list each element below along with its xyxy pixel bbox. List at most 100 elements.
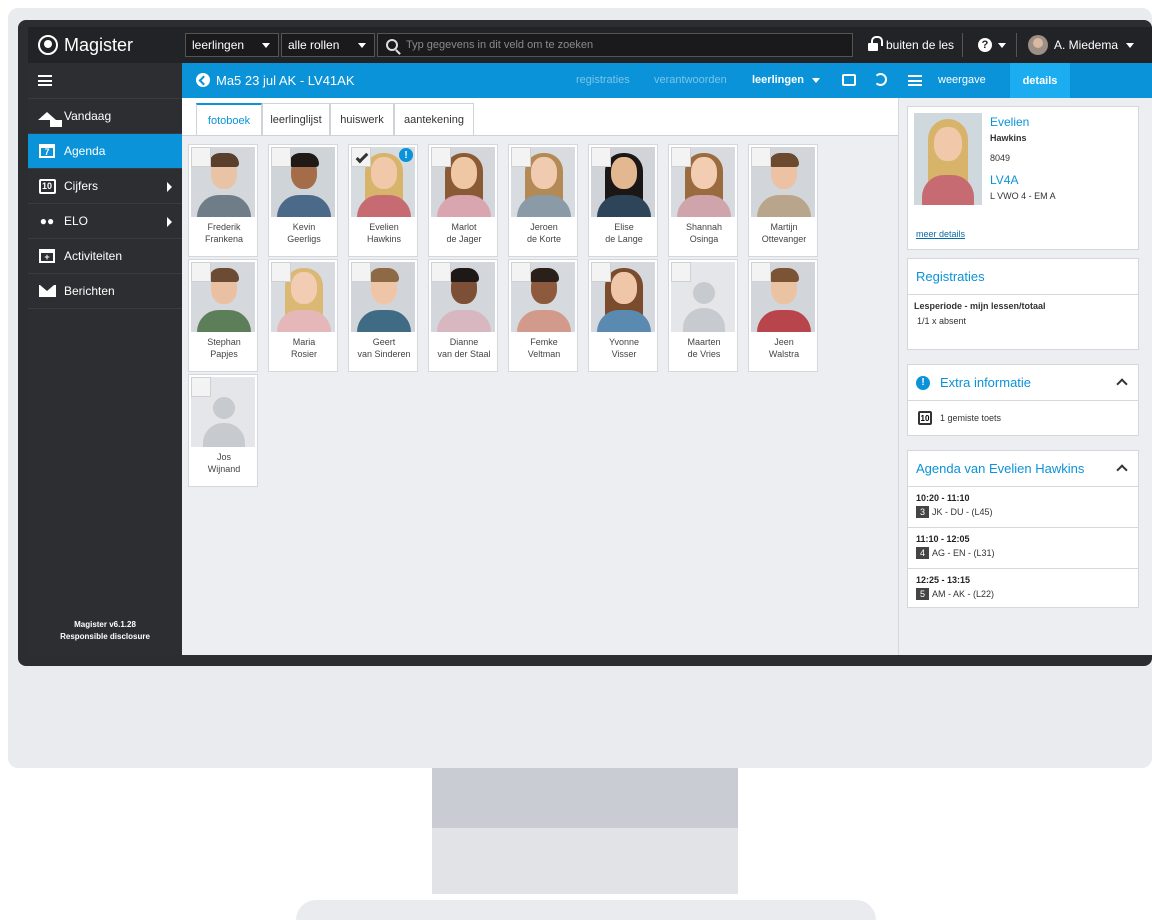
sidebar-item-elo[interactable]: ●● ELO: [28, 204, 182, 239]
brand-name: Magister: [64, 34, 134, 55]
student-card[interactable]: Maarten de Vries: [668, 259, 738, 372]
brand-logo[interactable]: Magister: [28, 27, 182, 63]
registraties-link[interactable]: registraties: [576, 74, 630, 86]
student-last-name: Ottevanger: [761, 234, 807, 244]
meer-details-link[interactable]: meer details: [916, 229, 965, 239]
appointment-item[interactable]: 11:10 - 12:05 4 AG - EN - (L31): [908, 528, 1138, 569]
student-card[interactable]: Elise de Lange: [588, 144, 658, 257]
monitor-mockup: Magister leerlingen alle rollen buiten d…: [0, 0, 1152, 920]
disclosure-link[interactable]: Responsible disclosure: [28, 631, 182, 643]
student-name: Elise de Lange: [589, 221, 659, 245]
weergave-tab[interactable]: weergave: [938, 74, 986, 86]
select-checkbox[interactable]: [191, 377, 211, 397]
role-select[interactable]: alle rollen: [281, 33, 375, 57]
student-card[interactable]: Stephan Papjes: [188, 259, 258, 372]
student-name: Geert van Sinderen: [349, 336, 419, 360]
divider: [1016, 33, 1017, 57]
select-checkbox[interactable]: [191, 147, 211, 167]
student-card[interactable]: Frederik Frankena: [188, 144, 258, 257]
tab-aantekening[interactable]: aantekening: [394, 103, 474, 136]
tab-huiswerk[interactable]: huiswerk: [330, 103, 394, 136]
type-select-value: leerlingen: [192, 38, 245, 52]
tab-leerlinglijst[interactable]: leerlinglijst: [262, 103, 330, 136]
agenda-header[interactable]: Agenda van Evelien Hawkins: [908, 451, 1138, 487]
select-checkbox[interactable]: [271, 262, 291, 282]
student-class[interactable]: LV4A: [990, 173, 1018, 187]
appointment-item[interactable]: 12:25 - 13:15 5 AM - AK - (L22): [908, 569, 1138, 610]
select-checkbox[interactable]: [671, 147, 691, 167]
sidebar-item-activiteiten[interactable]: + Activiteiten: [28, 239, 182, 274]
student-first-name: Evelien: [369, 222, 399, 232]
details-tab[interactable]: details: [1010, 63, 1070, 98]
search-box[interactable]: [377, 33, 853, 57]
select-checkbox[interactable]: [751, 262, 771, 282]
select-checkbox[interactable]: [271, 147, 291, 167]
student-last-name: Hawkins: [990, 133, 1027, 143]
chevron-down-icon: [358, 43, 366, 48]
alert-icon: !: [399, 148, 413, 162]
extra-info-text: 1 gemiste toets: [940, 413, 1002, 423]
student-first-name: Geert: [372, 337, 396, 347]
student-first-name: Stephan: [207, 337, 241, 347]
student-first-name: Jeroen: [530, 222, 558, 232]
menu-toggle[interactable]: [28, 63, 182, 99]
student-card[interactable]: Maria Rosier: [268, 259, 338, 372]
lesson-status[interactable]: buiten de les: [868, 27, 954, 63]
select-checkbox[interactable]: [751, 147, 771, 167]
select-checkbox[interactable]: [511, 147, 531, 167]
help-menu[interactable]: ?: [978, 27, 1006, 63]
users-icon: ●●: [39, 214, 55, 228]
select-checkbox[interactable]: [351, 147, 371, 167]
student-card[interactable]: Martijn Ottevanger: [748, 144, 818, 257]
select-checkbox[interactable]: [591, 147, 611, 167]
user-menu[interactable]: A. Miedema: [1028, 27, 1135, 63]
appointment-item[interactable]: 10:20 - 11:10 3 JK - DU - (L45): [908, 487, 1138, 528]
select-checkbox[interactable]: [591, 262, 611, 282]
appointment-time: 11:10 - 12:05: [916, 534, 970, 544]
select-checkbox[interactable]: [351, 262, 371, 282]
student-card[interactable]: Femke Veltman: [508, 259, 578, 372]
verantwoorden-link[interactable]: verantwoorden: [654, 74, 727, 86]
student-last-name: Wijnand: [207, 464, 241, 474]
registraties-value: 1/1 x absent: [917, 316, 967, 326]
sidebar-item-agenda[interactable]: 7 Agenda: [28, 134, 182, 169]
select-checkbox[interactable]: [431, 147, 451, 167]
print-icon[interactable]: [842, 74, 856, 86]
appointment-time: 10:20 - 11:10: [916, 493, 970, 503]
student-card[interactable]: Jeroen de Korte: [508, 144, 578, 257]
tab-fotoboek[interactable]: fotoboek: [196, 103, 262, 136]
student-card[interactable]: Marlot de Jager: [428, 144, 498, 257]
sidebar-item-vandaag[interactable]: Vandaag: [28, 99, 182, 134]
sidebar-item-cijfers[interactable]: 10 Cijfers: [28, 169, 182, 204]
student-last-name: de Korte: [526, 234, 562, 244]
student-card[interactable]: Geert van Sinderen: [348, 259, 418, 372]
search-input[interactable]: [406, 39, 826, 51]
hamburger-icon[interactable]: [908, 75, 922, 86]
type-select[interactable]: leerlingen: [185, 33, 279, 57]
student-card[interactable]: ! Evelien Hawkins: [348, 144, 418, 257]
student-card[interactable]: Jeen Walstra: [748, 259, 818, 372]
details-header: weergave details: [898, 63, 1152, 98]
back-icon[interactable]: [196, 73, 210, 87]
student-first-name: Femke: [530, 337, 558, 347]
student-card[interactable]: Yvonne Visser: [588, 259, 658, 372]
student-card[interactable]: Kevin Geerligs: [268, 144, 338, 257]
refresh-icon[interactable]: [874, 73, 887, 86]
select-checkbox[interactable]: [431, 262, 451, 282]
sidebar-item-berichten[interactable]: Berichten: [28, 274, 182, 309]
student-name: Jeen Walstra: [749, 336, 819, 360]
student-first-name: Jos: [216, 452, 231, 462]
select-checkbox[interactable]: [671, 262, 691, 282]
extra-info-header[interactable]: ! Extra informatie: [908, 365, 1138, 401]
student-card[interactable]: Jos Wijnand: [188, 374, 258, 487]
student-card[interactable]: Dianne van der Staal: [428, 259, 498, 372]
student-first-name: Shannah: [685, 222, 723, 232]
student-card[interactable]: Shannah Osinga: [668, 144, 738, 257]
student-card: Evelien Hawkins 8049 LV4A L VWO 4 - EM A…: [907, 106, 1139, 250]
student-last-name: de Jager: [446, 234, 482, 244]
select-checkbox[interactable]: [511, 262, 531, 282]
select-checkbox[interactable]: [191, 262, 211, 282]
leerlingen-menu[interactable]: leerlingen: [752, 74, 804, 86]
student-last-name: Osinga: [689, 234, 719, 244]
lesson-header: Ma5 23 jul AK - LV41AK registraties vera…: [182, 63, 898, 98]
